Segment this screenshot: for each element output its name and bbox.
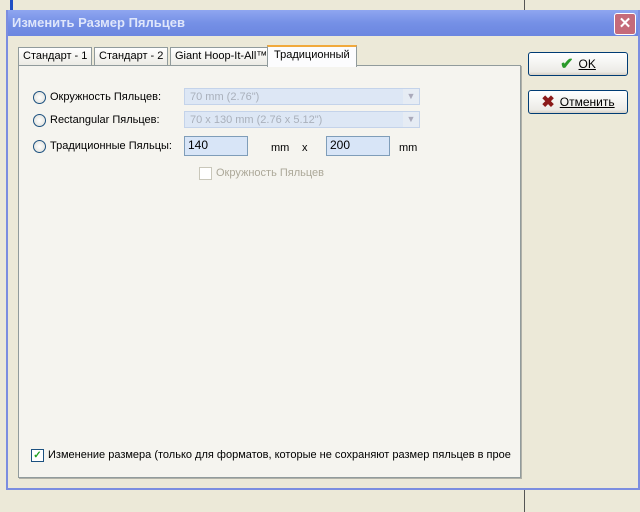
radio-icon <box>33 113 46 127</box>
checkmark-icon: ✔ <box>560 56 574 73</box>
dialog-title: Изменить Размер Пяльцев <box>12 15 185 30</box>
tab-traditional[interactable]: Традиционный <box>267 45 357 67</box>
ok-label: OK <box>578 57 596 71</box>
round-hoop-select[interactable]: 70 mm (2.76") ▼ <box>184 88 420 105</box>
hoop-size-dialog: Изменить Размер Пяльцев ✕ Стандарт - 1 С… <box>6 10 640 490</box>
close-icon[interactable]: ✕ <box>614 13 636 35</box>
radio-icon <box>33 90 46 104</box>
cancel-label: Отменить <box>559 95 615 109</box>
rect-hoop-value: 70 x 130 mm (2.76 x 5.12") <box>190 114 323 126</box>
round-hoop-value: 70 mm (2.76") <box>190 91 260 103</box>
chevron-down-icon[interactable]: ▼ <box>403 89 419 104</box>
hoop-height-input[interactable]: 200 <box>326 136 390 156</box>
x-icon: ✖ <box>541 94 555 111</box>
rect-hoop-radio[interactable]: Rectangular Пяльцев: <box>33 111 160 129</box>
tab-standard-2[interactable]: Стандарт - 2 <box>94 47 169 65</box>
radio-icon <box>33 139 46 153</box>
tab-panel: Окружность Пяльцев: 70 mm (2.76") ▼ Recta… <box>18 65 521 478</box>
title-bar[interactable]: Изменить Размер Пяльцев ✕ <box>8 10 638 36</box>
round-hoop-check-label: Окружность Пяльцев <box>216 167 325 179</box>
checkmark-icon: ✓ <box>31 448 44 462</box>
round-hoop-label: Окружность Пяльцев: <box>50 91 162 103</box>
height-unit: mm <box>399 142 418 154</box>
tab-giant-hoop[interactable]: Giant Hoop-It-All™ <box>170 47 273 65</box>
traditional-hoop-radio[interactable]: Традиционные Пяльцы: <box>33 137 172 155</box>
resize-label: Изменение размера (только для форматов, … <box>48 449 511 461</box>
background-divider <box>524 490 525 512</box>
chevron-down-icon[interactable]: ▼ <box>403 112 419 127</box>
cancel-button[interactable]: ✖ Отменить <box>528 90 628 114</box>
size-separator: x <box>302 142 308 154</box>
ok-button[interactable]: ✔ OK <box>528 52 628 76</box>
resize-checkbox[interactable]: ✓ Изменение размера (только для форматов,… <box>31 446 511 464</box>
tab-standard-1[interactable]: Стандарт - 1 <box>18 47 93 65</box>
hoop-width-input[interactable]: 140 <box>184 136 248 156</box>
rect-hoop-label: Rectangular Пяльцев: <box>50 114 160 126</box>
width-unit: mm <box>271 142 290 154</box>
round-hoop-radio[interactable]: Окружность Пяльцев: <box>33 88 161 106</box>
round-hoop-checkbox[interactable]: Окружность Пяльцев <box>199 164 324 182</box>
background-divider <box>524 0 525 10</box>
rect-hoop-select[interactable]: 70 x 130 mm (2.76 x 5.12") ▼ <box>184 111 420 128</box>
checkbox-icon <box>199 166 212 180</box>
traditional-hoop-label: Традиционные Пяльцы: <box>50 140 172 152</box>
